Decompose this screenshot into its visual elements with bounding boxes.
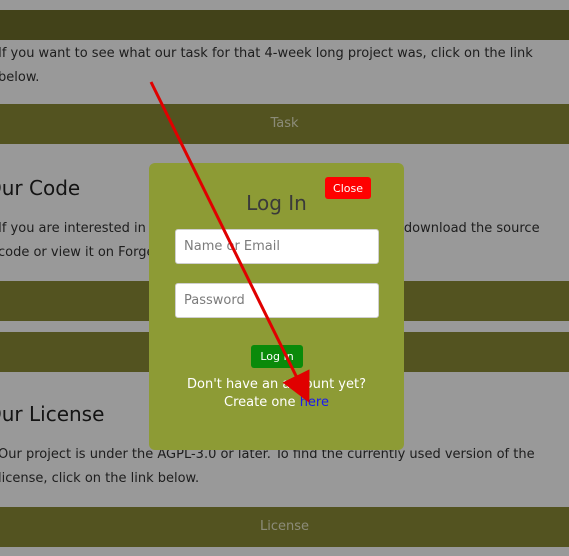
password-input[interactable] [175, 283, 379, 318]
close-button[interactable]: Close [325, 177, 371, 199]
login-button[interactable]: Log In [251, 345, 303, 368]
login-modal: Log In Close Log In Don't have an accoun… [149, 163, 404, 450]
no-account-text: Don't have an account yet? [187, 377, 366, 392]
create-text: Create one [224, 395, 296, 410]
here-link[interactable]: here [300, 395, 329, 410]
signup-prompt: Don't have an account yet? Create one he… [149, 376, 404, 412]
name-email-input[interactable] [175, 229, 379, 264]
create-account-line: Create one here [149, 394, 404, 412]
